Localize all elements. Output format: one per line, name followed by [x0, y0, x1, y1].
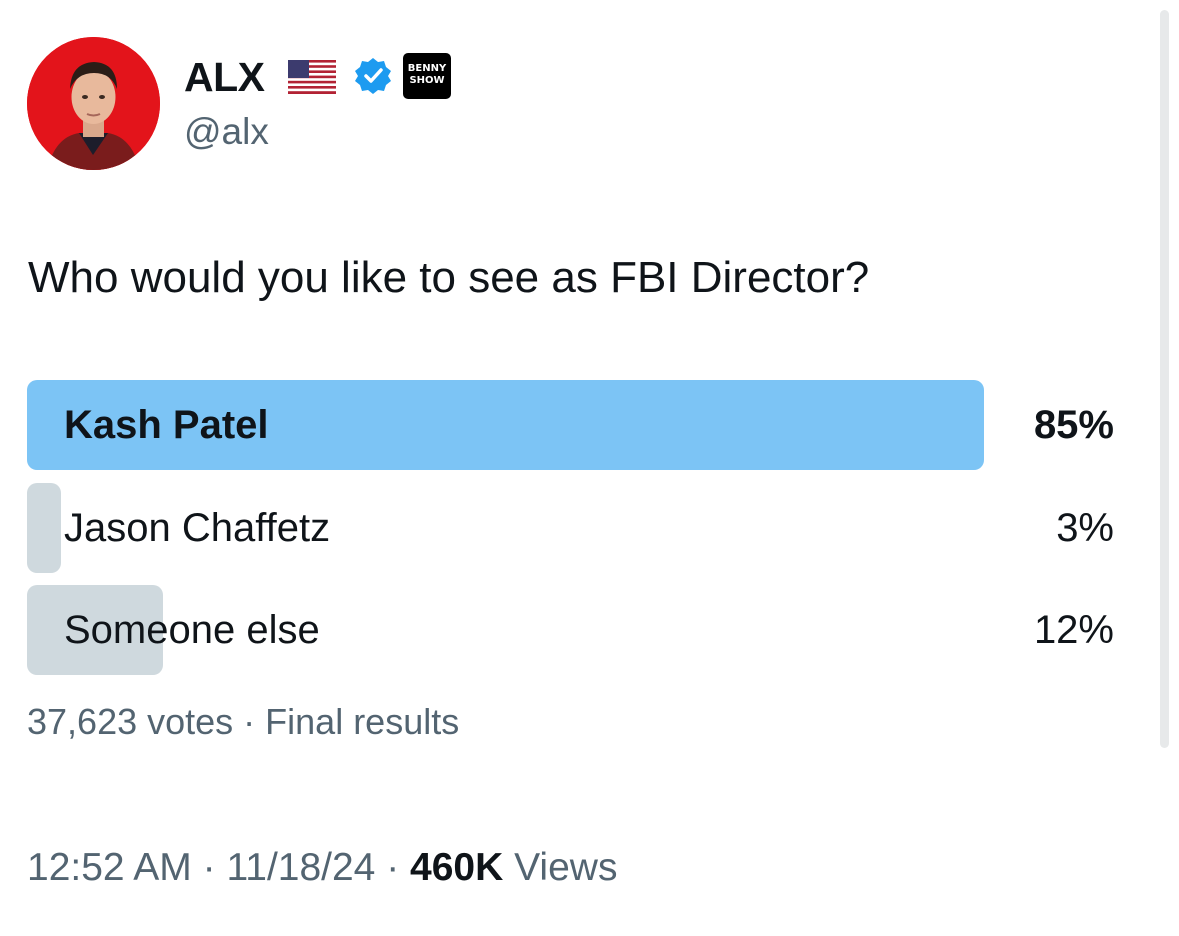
poll-option-label: Jason Chaffetz: [64, 506, 331, 550]
poll-status: Final results: [265, 701, 460, 742]
affiliation-badge-line2: SHOW: [409, 75, 445, 86]
poll-option: Kash Patel 85%: [27, 380, 1117, 470]
poll-summary: 37,623 votes · Final results: [27, 700, 459, 744]
poll-option-percent: 3%: [1056, 506, 1114, 550]
poll-bar: [27, 483, 61, 573]
affiliation-badge-line1: BENNY: [407, 63, 447, 74]
handle[interactable]: @alx: [184, 110, 269, 154]
tweet-meta: 12:52 AM · 11/18/24 · 460K Views: [27, 845, 617, 891]
poll-option-percent: 85%: [1033, 403, 1114, 447]
separator: ·: [375, 846, 411, 889]
poll-option-label: Kash Patel: [64, 403, 269, 447]
separator: ·: [233, 701, 266, 742]
affiliation-badge[interactable]: BENNY SHOW: [403, 53, 451, 99]
us-flag-icon: [288, 60, 336, 94]
separator: ·: [191, 846, 227, 889]
avatar[interactable]: [27, 37, 160, 170]
poll-option-percent: 12%: [1033, 608, 1114, 652]
scrollbar[interactable]: [1160, 10, 1169, 748]
poll-option: Jason Chaffetz 3%: [27, 483, 1117, 573]
verified-badge-icon[interactable]: [353, 56, 393, 96]
display-name[interactable]: ALX: [184, 54, 265, 100]
poll-option-label: Someone else: [64, 608, 320, 652]
poll-option: Someone else 12%: [27, 585, 1117, 675]
tweet-text: Who would you like to see as FBI Directo…: [28, 253, 870, 302]
views-count: 460K: [410, 846, 504, 889]
views-label: Views: [503, 846, 618, 889]
tweet-time[interactable]: 12:52 AM: [27, 846, 192, 889]
poll-votes: 37,623 votes: [27, 701, 234, 742]
tweet-date[interactable]: 11/18/24: [226, 846, 375, 889]
